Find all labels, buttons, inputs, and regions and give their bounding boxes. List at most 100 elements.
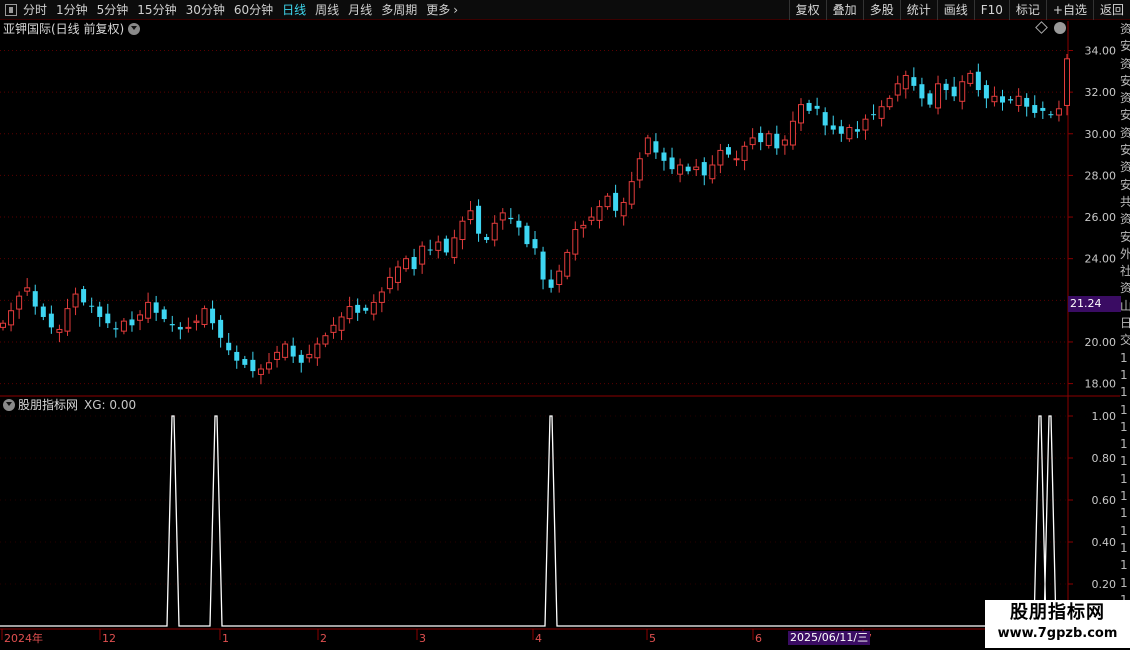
indicator-title[interactable]: 股朋指标网 XG: 0.00	[3, 397, 136, 413]
y-tick-label: 24.00	[1085, 253, 1117, 266]
side-panel-char: 1	[1120, 437, 1128, 452]
indicator-tick-label: 0.80	[1092, 452, 1117, 465]
side-panel-char: 1	[1120, 540, 1128, 555]
candle-body	[644, 137, 651, 155]
kline-chart[interactable]: 34.0032.0030.0028.0026.0024.0022.0020.00…	[0, 0, 1130, 650]
candle-body	[257, 368, 264, 375]
candle-body	[693, 166, 700, 171]
side-panel-char: 资	[1120, 91, 1130, 106]
chevron-down-icon[interactable]	[3, 399, 15, 411]
watermark: 股朋指标网 www.7gpzb.com	[985, 600, 1130, 648]
candle-body	[476, 205, 482, 234]
candle-body	[1015, 95, 1022, 106]
candle-body	[532, 239, 538, 249]
side-panel-char: 1	[1120, 402, 1128, 417]
candle-body	[604, 195, 611, 208]
x-tick-label: 2024年	[4, 631, 43, 645]
side-panel-char: 安	[1120, 39, 1130, 54]
side-panel-char: 山	[1120, 298, 1130, 313]
candle-body	[709, 164, 716, 180]
candle-body	[234, 351, 240, 361]
side-panel-char: 1	[1120, 506, 1128, 521]
candle-body	[411, 257, 417, 270]
indicator-tick-label: 0.60	[1092, 494, 1117, 507]
side-panel-char: 安	[1120, 108, 1130, 123]
candle-body	[153, 302, 159, 313]
candle-body	[218, 319, 224, 338]
candle-body	[484, 237, 490, 240]
candle-body	[193, 320, 200, 323]
candle-body	[1048, 114, 1054, 116]
y-tick-label: 26.00	[1085, 211, 1117, 224]
candle-body	[1032, 105, 1038, 113]
candle-body	[1055, 108, 1062, 116]
indicator-tick-label: 1.00	[1092, 410, 1117, 423]
y-tick-label: 28.00	[1085, 169, 1117, 182]
side-panel-char: 1	[1120, 385, 1128, 400]
candle-body	[338, 316, 345, 331]
candle-body	[556, 270, 563, 285]
side-panel-char: 外	[1120, 246, 1130, 261]
y-tick-label: 18.00	[1085, 378, 1117, 391]
candle-body	[798, 104, 804, 124]
candle-body	[854, 129, 860, 132]
candle-body	[226, 342, 232, 351]
candle-body	[72, 293, 79, 308]
side-panel-char: 日	[1120, 316, 1130, 331]
candle-body	[403, 258, 410, 270]
candle-body	[185, 326, 192, 329]
candle-body	[56, 328, 63, 333]
x-tick-label: 2	[320, 632, 327, 645]
candle-body	[580, 224, 587, 229]
candle-body	[177, 326, 183, 330]
candle-body	[613, 192, 619, 211]
side-panel-char: 1	[1120, 350, 1128, 365]
candle-body	[250, 359, 256, 372]
candle-body	[427, 249, 433, 251]
candle-body	[120, 320, 127, 332]
candle-body	[314, 343, 321, 359]
candle-body	[991, 95, 998, 103]
candle-body	[129, 319, 135, 326]
candle-body	[346, 306, 353, 320]
candle-body	[1024, 97, 1030, 107]
candle-body	[370, 301, 377, 315]
candle-body	[830, 125, 836, 130]
candle-body	[935, 83, 942, 109]
candle-body	[838, 126, 844, 134]
candle-body	[781, 139, 788, 146]
y-tick-label: 34.00	[1085, 44, 1117, 57]
candle-body	[0, 322, 6, 328]
candle-body	[435, 241, 442, 251]
cursor-date-tag: 2025/06/11/三	[788, 631, 871, 645]
candle-body	[161, 309, 167, 320]
candle-body	[822, 112, 828, 126]
watermark-title: 股朋指标网	[1010, 602, 1105, 623]
indicator-value: XG: 0.00	[84, 398, 137, 412]
candle-body	[572, 229, 579, 255]
indicator-name: 股朋指标网	[18, 398, 79, 412]
candle-body	[927, 93, 933, 105]
side-panel-char: 1	[1120, 419, 1128, 434]
candle-body	[677, 164, 684, 175]
candle-body	[137, 314, 144, 321]
candle-body	[636, 158, 643, 181]
candle-body	[499, 212, 506, 221]
side-panel-char: 共	[1120, 194, 1130, 209]
candle-body	[81, 289, 87, 303]
candle-body	[774, 133, 780, 149]
candle-body	[733, 158, 740, 161]
candle-body	[201, 308, 208, 325]
candle-body	[105, 313, 111, 324]
side-panel-char: 资	[1120, 56, 1130, 71]
side-panel-char: 资	[1120, 22, 1130, 36]
candle-body	[394, 266, 401, 283]
candle-body	[983, 85, 989, 99]
candle-body	[814, 105, 820, 109]
side-panel-char: 1	[1120, 575, 1128, 590]
candle-body	[451, 237, 458, 258]
candle-body	[24, 287, 31, 292]
side-panel-char: 1	[1120, 489, 1128, 504]
candle-body	[459, 220, 466, 241]
side-panel-char: 交	[1120, 333, 1130, 348]
